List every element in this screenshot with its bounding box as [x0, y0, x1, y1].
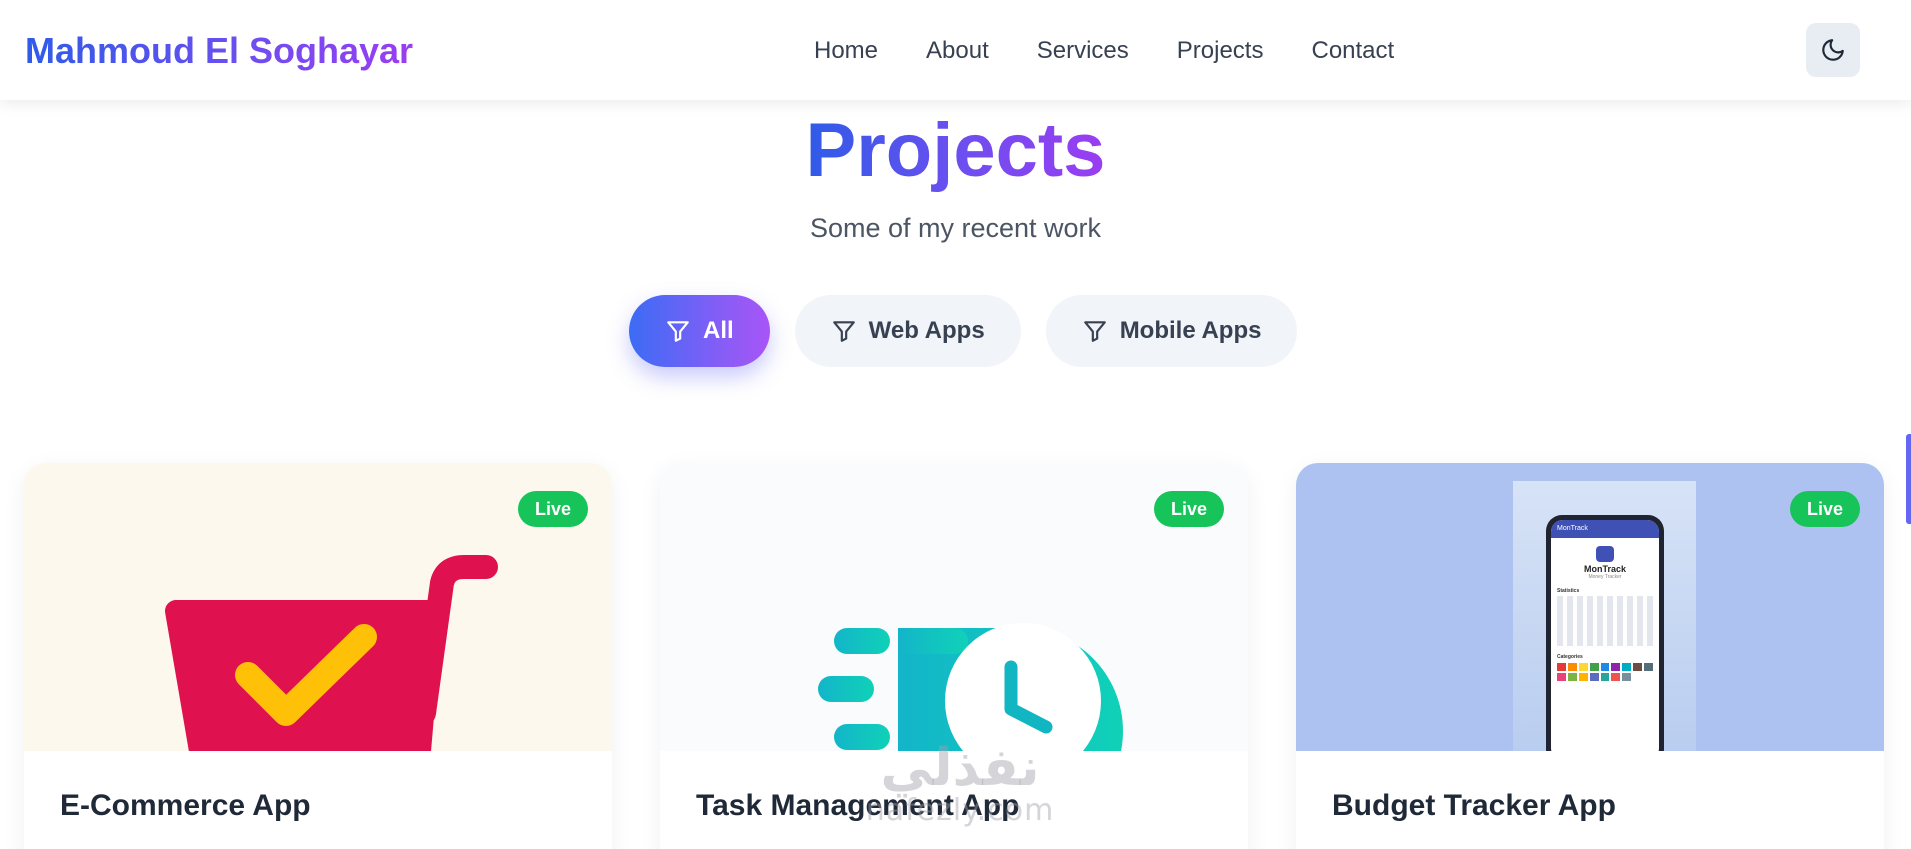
project-filters: All Web Apps Mobile Apps — [629, 295, 1298, 367]
project-thumbnail: MonTrack MonTrack Money Tracker Statisti… — [1296, 463, 1884, 751]
wallet-icon — [1596, 546, 1614, 562]
section-subtitle: Some of my recent work — [809, 213, 1102, 243]
filter-label: Mobile Apps — [1119, 317, 1262, 344]
nav-link-contact[interactable]: Contact — [1311, 34, 1394, 68]
phone-section-categories: Categories — [1557, 654, 1583, 660]
phone-app-tagline: Money Tracker — [1588, 574, 1622, 580]
brand-logo-text[interactable]: Mahmoud El Soghayar — [25, 30, 413, 72]
project-thumbnail: Live — [24, 463, 612, 751]
project-title: E-Commerce App — [60, 789, 311, 822]
phone-app-name: MonTrack — [1583, 564, 1626, 574]
phone-mockup: MonTrack MonTrack Money Tracker Statisti… — [1546, 515, 1664, 751]
nav-link-services[interactable]: Services — [1037, 34, 1129, 68]
phone-section-statistics: Statistics — [1557, 588, 1580, 594]
watermark: نفذلي nafezly.com — [840, 740, 1080, 826]
live-badge: Live — [517, 491, 588, 527]
theme-toggle-button[interactable] — [1806, 23, 1860, 77]
section-title: Projects — [805, 108, 1106, 193]
live-badge: Live — [1789, 491, 1860, 527]
project-thumbnail: Live — [660, 463, 1248, 751]
nav-links: Home About Services Projects Contact — [814, 34, 1394, 68]
filter-label: All — [703, 317, 734, 344]
navbar: Mahmoud El Soghayar Home About Services … — [0, 0, 1911, 100]
project-card-budget-tracker[interactable]: MonTrack MonTrack Money Tracker Statisti… — [1296, 463, 1884, 849]
filter-icon — [1082, 318, 1108, 344]
filter-all-button[interactable]: All — [629, 295, 770, 367]
filter-web-apps-button[interactable]: Web Apps — [794, 295, 1021, 367]
phone-screen: MonTrack MonTrack Money Tracker Statisti… — [1551, 520, 1659, 751]
watermark-latin: nafezly.com — [865, 793, 1055, 828]
phone-category-swatches — [1557, 663, 1653, 681]
scrollbar-thumb[interactable] — [1906, 434, 1911, 524]
phone-app-header: MonTrack — [1551, 520, 1659, 538]
nav-link-about[interactable]: About — [926, 34, 989, 68]
filter-icon — [831, 318, 857, 344]
filter-mobile-apps-button[interactable]: Mobile Apps — [1045, 295, 1298, 367]
project-title: Budget Tracker App — [1332, 789, 1616, 822]
watermark-arabic: نفذلي — [880, 738, 1040, 798]
filter-label: Web Apps — [868, 317, 985, 344]
phone-calendar — [1557, 596, 1653, 646]
filter-icon — [665, 318, 691, 344]
nav-link-projects[interactable]: Projects — [1177, 34, 1264, 68]
moon-icon — [1822, 39, 1844, 61]
nav-link-home[interactable]: Home — [814, 34, 878, 68]
live-badge: Live — [1153, 491, 1224, 527]
project-card-ecommerce[interactable]: Live E-Commerce App — [24, 463, 612, 849]
